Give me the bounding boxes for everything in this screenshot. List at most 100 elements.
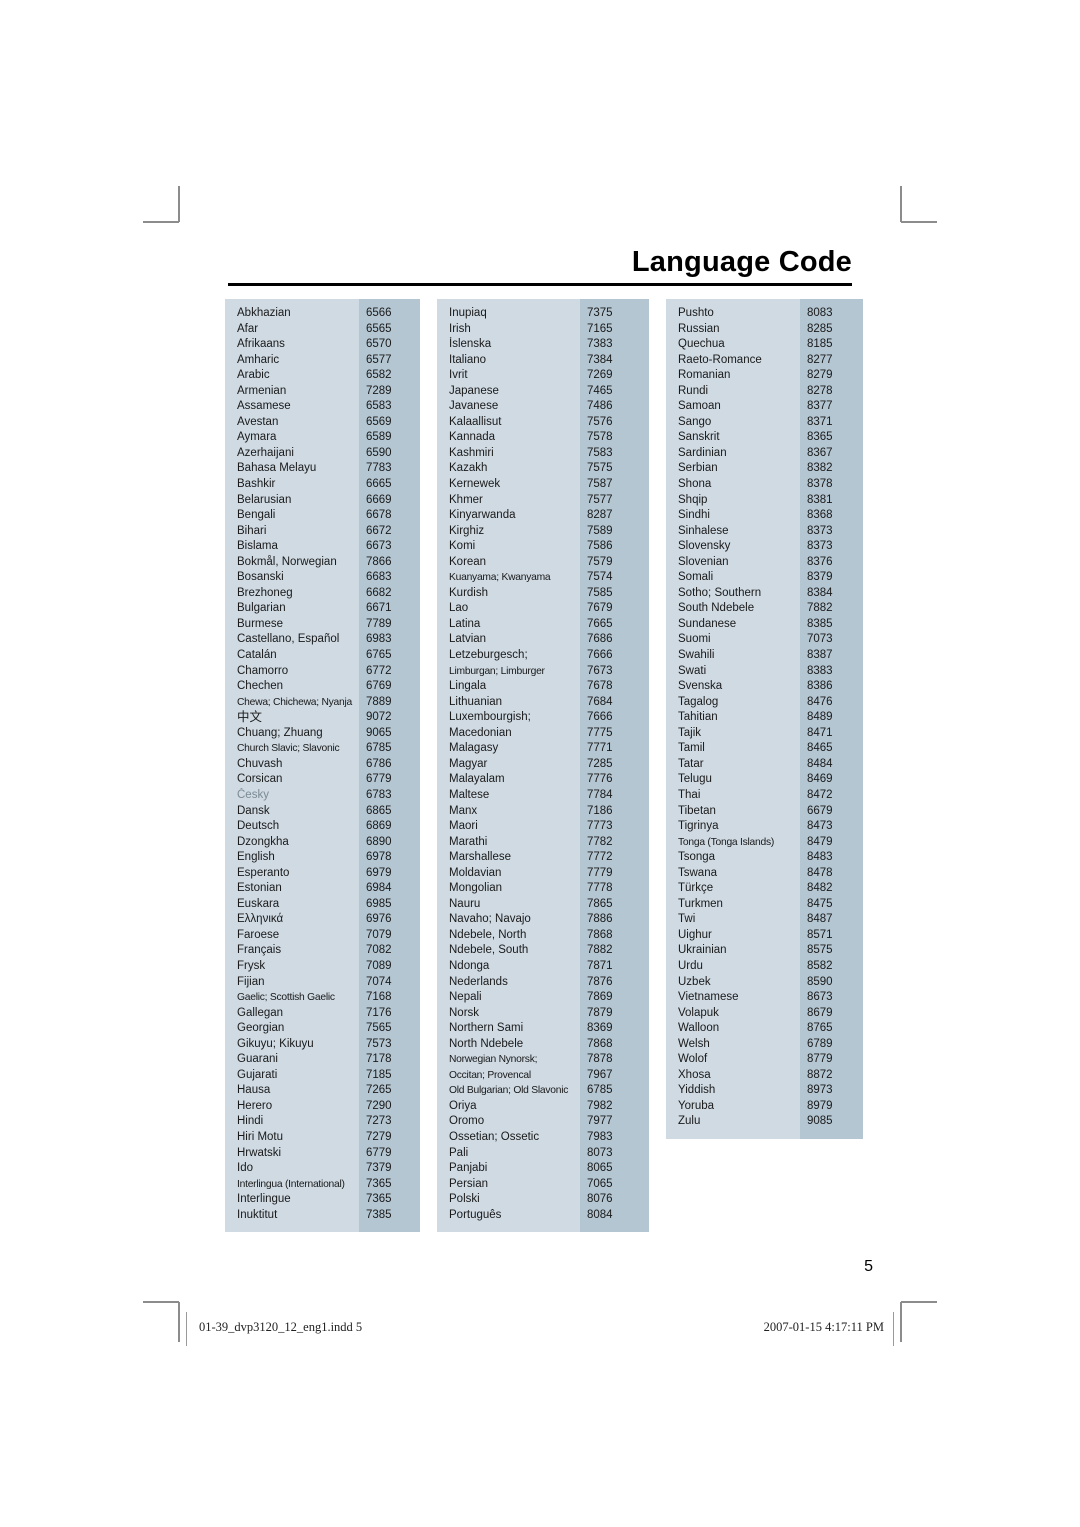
language-name: Hiri Motu	[237, 1130, 284, 1143]
language-name: North Ndebele	[449, 1037, 524, 1050]
language-code: 7579	[587, 555, 613, 568]
language-code: 7079	[366, 928, 392, 941]
language-name: Catalán	[237, 649, 277, 662]
language-code: 7882	[807, 602, 833, 615]
language-name: Lao	[449, 602, 469, 615]
language-name: Georgian	[237, 1022, 285, 1035]
language-name: Česky	[237, 788, 269, 801]
language-code: 6566	[366, 307, 392, 319]
language-name: Gujarati	[237, 1068, 278, 1081]
language-name: Italiano	[449, 353, 487, 366]
language-code: 6779	[366, 773, 392, 786]
language-code: 6979	[366, 866, 392, 879]
language-code: 7578	[587, 431, 613, 444]
language-code: 8083	[807, 307, 833, 319]
page-title-rule	[228, 283, 852, 286]
language-name: Komi	[449, 540, 476, 553]
language-name: Xhosa	[678, 1068, 711, 1081]
language-name: Luxembourgish;	[449, 711, 531, 724]
language-code: 7186	[587, 804, 613, 817]
language-code: 8373	[807, 540, 833, 553]
language-name: Tagalog	[678, 695, 719, 708]
language-code: 7587	[587, 478, 613, 491]
language-name-list-2: Inupiaq Irish Íslenska Italiano Ivrit Japanes…	[437, 299, 580, 1233]
language-name: Sotho; Southern	[678, 586, 762, 599]
language-name: Sundanese	[678, 617, 737, 630]
language-name: Moldavian	[449, 866, 502, 879]
language-name: Letzeburgesch;	[449, 649, 528, 662]
language-name: Ukrainian	[678, 944, 727, 957]
language-name: Serbian	[678, 462, 718, 475]
language-name: Occitan; Provencal	[449, 1069, 531, 1081]
language-code: 8278	[807, 384, 833, 397]
language-name: Nepali	[449, 991, 482, 1004]
language-name: Burmese	[237, 617, 284, 630]
language-name: Japanese	[449, 384, 499, 397]
language-name: Vietnamese	[678, 991, 739, 1004]
language-name: Korean	[449, 555, 487, 568]
language-name: Gallegan	[237, 1006, 284, 1019]
language-name: Sango	[678, 415, 712, 428]
language-code: 7375	[587, 307, 613, 319]
language-name: 中文	[237, 710, 263, 725]
language-name: Kashmiri	[449, 446, 494, 459]
language-name: Mongolian	[449, 882, 503, 895]
footer-timestamp: 2007-01-15 4:17:11 PM	[763, 1320, 884, 1334]
language-code: 6565	[366, 322, 392, 335]
language-code: 6765	[366, 649, 392, 662]
language-code: 6569	[366, 415, 392, 428]
language-code: 8287	[587, 509, 613, 522]
language-code: 8479	[807, 835, 833, 848]
language-code: 8484	[807, 757, 833, 770]
crop-mark-top-right-horizontal	[901, 221, 937, 223]
language-code: 7178	[366, 1053, 392, 1066]
language-code: 7865	[587, 897, 613, 910]
language-code: 6789	[807, 1037, 833, 1050]
language-name: Welsh	[678, 1037, 710, 1050]
language-name: Lithuanian	[449, 695, 503, 708]
language-code: 7573	[366, 1037, 392, 1050]
language-name: Tajik	[678, 726, 702, 739]
crop-mark-bottom-left-horizontal	[143, 1301, 179, 1303]
language-name: Guarani	[237, 1053, 278, 1066]
language-name: Pushto	[678, 307, 714, 319]
language-code: 8377	[807, 400, 833, 413]
language-name: Pali	[449, 1146, 469, 1159]
language-name: Bokmål, Norwegian	[237, 555, 337, 568]
language-name: Ido	[237, 1162, 253, 1175]
language-name: Malayalam	[449, 773, 505, 786]
language-code: 6865	[366, 804, 392, 817]
language-code: 6682	[366, 586, 392, 599]
language-name: Kazakh	[449, 462, 488, 475]
language-name: Interlingua (International)	[237, 1178, 345, 1190]
language-code: 8386	[807, 680, 833, 693]
language-name: Afar	[237, 322, 259, 335]
language-name: Dzongkha	[237, 835, 289, 848]
language-name: Kernewek	[449, 478, 501, 491]
language-code: 7778	[587, 882, 613, 895]
language-name: Tsonga	[678, 851, 716, 864]
language-code-column-1: Abkhazian Afar Afrikaans Amharic Arabic Armen…	[225, 299, 420, 1233]
language-name: Polski	[449, 1193, 480, 1206]
language-name: Euskara	[237, 897, 280, 910]
language-code: 7666	[587, 649, 613, 662]
language-name: Esperanto	[237, 866, 290, 879]
language-name: Svenska	[678, 680, 723, 693]
language-code-column-3: Pushto Russian Quechua Raeto-Romance Romania…	[666, 299, 863, 1139]
footer-rule-right	[893, 1312, 894, 1346]
language-name: Rundi	[678, 384, 709, 397]
language-name: Hrwatski	[237, 1146, 282, 1159]
language-name: Swati	[678, 664, 707, 677]
language-code: 7869	[587, 991, 613, 1004]
language-code: 8482	[807, 882, 833, 895]
language-code: 7585	[587, 586, 613, 599]
language-name: Frysk	[237, 959, 266, 972]
language-code: 7279	[366, 1130, 392, 1143]
language-code: 8483	[807, 851, 833, 864]
language-name: Tahitian	[678, 711, 718, 724]
language-name: Oromo	[449, 1115, 485, 1128]
language-name: Abkhazian	[237, 307, 291, 319]
language-name: Corsican	[237, 773, 283, 786]
language-name: Samoan	[678, 400, 721, 413]
language-code: 7176	[366, 1006, 392, 1019]
